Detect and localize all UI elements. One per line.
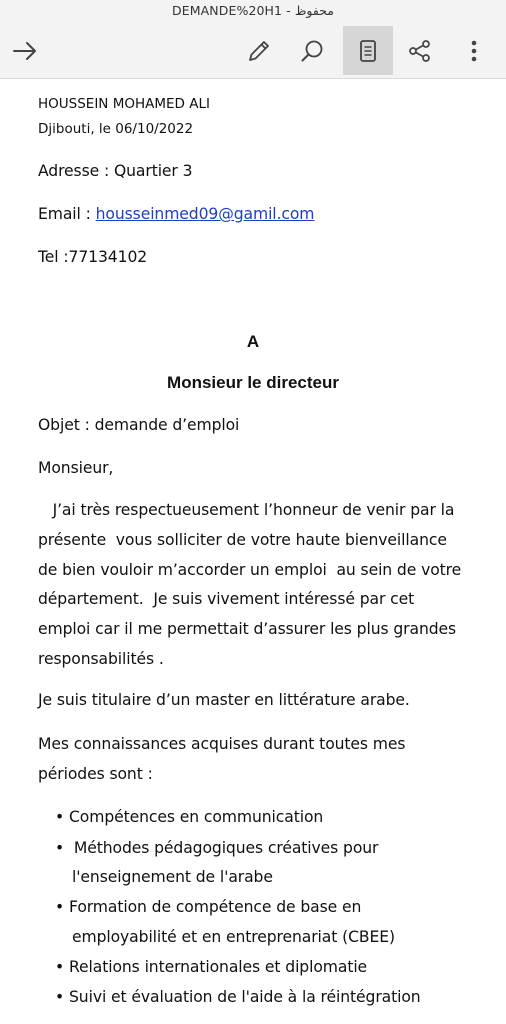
- more-vertical-icon: [471, 40, 477, 61]
- edit-button[interactable]: [234, 26, 284, 75]
- subject-line: Objet : demande d’emploi: [38, 416, 240, 434]
- paragraph-line: emploi car il me permettait d’assurer le…: [38, 620, 457, 638]
- address-line: Adresse : Quartier 3: [38, 162, 193, 180]
- email-label: Email :: [38, 205, 96, 223]
- pencil-icon: [249, 40, 269, 61]
- arrow-right-icon: [13, 41, 36, 60]
- recipient-prefix: A: [246, 332, 260, 351]
- paragraph-line: périodes sont :: [38, 765, 153, 783]
- share-icon: [409, 39, 430, 62]
- reading-view-icon: [360, 39, 376, 62]
- salutation: Monsieur,: [38, 459, 114, 477]
- paragraph-line: de bien vouloir m’accorder un emploi au …: [38, 561, 462, 579]
- bullet-item-continuation: employabilité et en entreprenariat (CBEE…: [72, 928, 395, 946]
- reading-view-button[interactable]: [343, 26, 393, 75]
- degree-paragraph: Je suis titulaire d’un master en littéra…: [38, 691, 410, 709]
- search-icon: [301, 40, 323, 61]
- paragraph-line: J’ai très respectueusement l’honneur de …: [38, 501, 455, 519]
- bullet-item: Suivi et évaluation de l'aide à la réint…: [55, 988, 421, 1006]
- document-page: HOUSSEIN MOHAMED ALI Djibouti, le 06/10/…: [0, 80, 506, 1024]
- recipient-title: Monsieur le directeur: [167, 373, 339, 392]
- toolbar: [0, 22, 506, 79]
- window-title: DEMANDE%20H1 - محفوظ: [0, 0, 506, 22]
- bullet-item: Compétences en communication: [55, 808, 323, 826]
- sender-name: HOUSSEIN MOHAMED ALI: [38, 96, 210, 112]
- tel-line: Tel :77134102: [38, 248, 148, 266]
- more-options-button[interactable]: [449, 26, 499, 75]
- back-button[interactable]: [0, 26, 50, 75]
- bullet-item-continuation: l'enseignement de l'arabe: [72, 868, 273, 886]
- bullet-item: Relations internationales et diplomatie: [55, 958, 367, 976]
- share-button[interactable]: [395, 26, 445, 75]
- bullet-item: Formation de compétence de base en: [55, 898, 361, 916]
- paragraph-line: présente vous solliciter de votre haute …: [38, 531, 447, 549]
- paragraph-line: responsabilités .: [38, 650, 164, 668]
- bullet-item: Méthodes pédagogiques créatives pour: [55, 839, 378, 857]
- paragraph-line: Mes connaissances acquises durant toutes…: [38, 735, 406, 753]
- paragraph-line: département. Je suis vivement intéressé …: [38, 590, 415, 608]
- place-date: Djibouti, le 06/10/2022: [38, 121, 194, 137]
- search-button[interactable]: [287, 26, 337, 75]
- email-link[interactable]: housseinmed09@gamil.com: [96, 205, 315, 223]
- email-line: Email : housseinmed09@gamil.com: [38, 205, 315, 223]
